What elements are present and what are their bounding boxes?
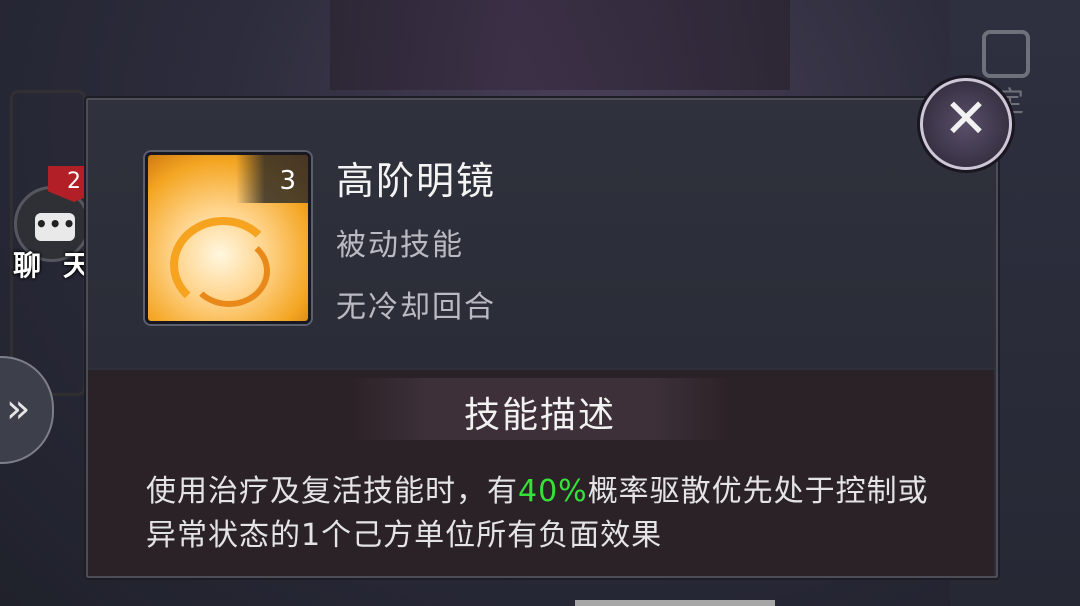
chat-dots-icon: ••• xyxy=(35,213,75,241)
close-button[interactable]: ✕ xyxy=(920,78,1012,170)
close-x-icon: ✕ xyxy=(943,87,989,150)
home-indicator xyxy=(575,600,775,606)
skill-type: 被动技能 xyxy=(336,228,464,263)
description-highlight: 40% xyxy=(518,474,588,509)
skill-cooldown: 无冷却回合 xyxy=(336,290,496,325)
chat-button[interactable]: ••• 2 聊 天 xyxy=(8,166,100,282)
description-title: 技能描述 xyxy=(463,395,616,436)
description-part1: 使用治疗及复活技能时，有 xyxy=(146,474,518,509)
swirl-flame-inner xyxy=(188,235,270,307)
skill-name: 高阶明镜 xyxy=(336,159,497,203)
skill-icon: 3 xyxy=(145,152,311,324)
background-decoration xyxy=(330,0,790,90)
description-text: 使用治疗及复活技能时，有40%概率驱散优先处于控制或异常状态的1个己方单位所有负… xyxy=(146,470,946,558)
double-chevron-right-icon: » xyxy=(6,386,31,432)
lock-icon xyxy=(982,30,1030,78)
skill-level: 3 xyxy=(236,155,308,203)
